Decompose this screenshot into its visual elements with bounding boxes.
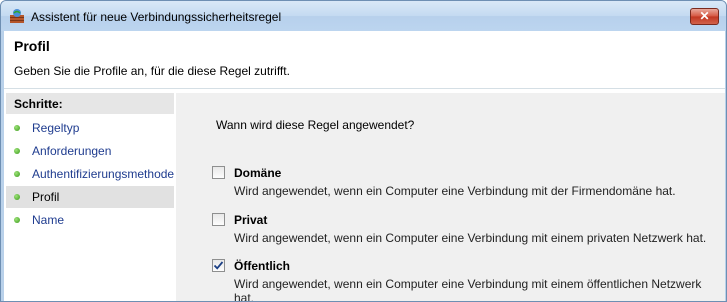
step-bullet-icon bbox=[14, 125, 20, 131]
steps-heading: Schritte: bbox=[6, 93, 174, 114]
step-label: Name bbox=[32, 213, 65, 227]
step-bullet-icon bbox=[14, 148, 20, 154]
step-label: Authentifizierungsmethode bbox=[32, 167, 175, 181]
option-public: Öffentlich Wird angewendet, wenn ein Com… bbox=[212, 258, 712, 301]
question-text: Wann wird diese Regel angewendet? bbox=[216, 118, 415, 132]
checkmark-icon bbox=[213, 261, 224, 270]
firewall-icon bbox=[10, 9, 24, 23]
step-label: Anforderungen bbox=[32, 144, 112, 158]
main-panel: Wann wird diese Regel angewendet? Domäne… bbox=[176, 93, 725, 301]
step-authentifizierungsmethode[interactable]: Authentifizierungsmethode bbox=[6, 163, 174, 185]
domain-checkbox[interactable] bbox=[212, 166, 225, 179]
step-label: Regeltyp bbox=[32, 121, 80, 135]
wizard-window: Assistent für neue Verbindungssicherheit… bbox=[0, 0, 727, 302]
page-title: Profil bbox=[14, 38, 50, 54]
wizard-content: Profil Geben Sie die Profile an, für die… bbox=[4, 31, 725, 301]
step-anforderungen[interactable]: Anforderungen bbox=[6, 140, 174, 162]
step-name[interactable]: Name bbox=[6, 209, 174, 231]
page-description: Geben Sie die Profile an, für die diese … bbox=[14, 64, 290, 78]
step-label: Profil bbox=[32, 190, 60, 204]
step-profil[interactable]: Profil bbox=[6, 186, 174, 208]
step-bullet-icon bbox=[14, 194, 20, 200]
steps-heading-label: Schritte: bbox=[14, 97, 63, 111]
steps-panel: Schritte: Regeltyp Anforderungen Authent… bbox=[4, 93, 176, 301]
close-button[interactable]: ✕ bbox=[690, 8, 719, 25]
step-bullet-icon bbox=[14, 217, 20, 223]
option-private: Privat Wird angewendet, wenn ein Compute… bbox=[212, 212, 712, 246]
option-label[interactable]: Domäne bbox=[234, 166, 281, 180]
page-header: Profil Geben Sie die Profile an, für die… bbox=[4, 31, 725, 89]
option-label[interactable]: Privat bbox=[234, 213, 267, 227]
public-checkbox[interactable] bbox=[212, 259, 225, 272]
option-domain: Domäne Wird angewendet, wenn ein Compute… bbox=[212, 165, 712, 199]
step-regeltyp[interactable]: Regeltyp bbox=[6, 117, 174, 139]
option-description: Wird angewendet, wenn ein Computer eine … bbox=[234, 231, 707, 245]
option-description: Wird angewendet, wenn ein Computer eine … bbox=[234, 184, 676, 198]
option-description: Wird angewendet, wenn ein Computer eine … bbox=[234, 277, 702, 302]
private-checkbox[interactable] bbox=[212, 213, 225, 226]
step-bullet-icon bbox=[14, 171, 20, 177]
option-label[interactable]: Öffentlich bbox=[234, 259, 290, 273]
window-title: Assistent für neue Verbindungssicherheit… bbox=[31, 10, 282, 24]
title-bar: Assistent für neue Verbindungssicherheit… bbox=[1, 1, 726, 31]
